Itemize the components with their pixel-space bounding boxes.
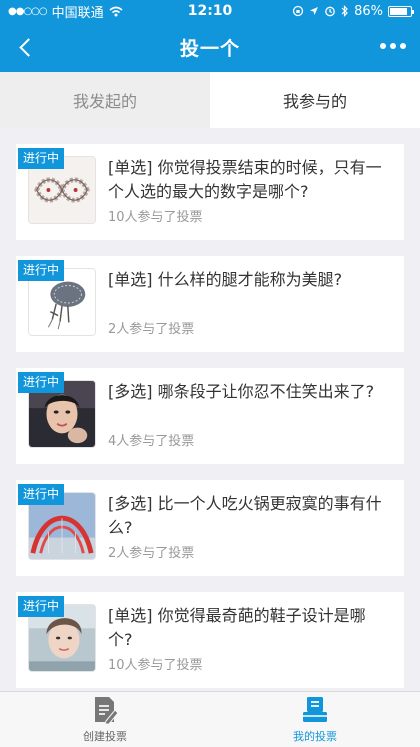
tabbar-create-poll[interactable]: 创建投票 bbox=[0, 692, 210, 747]
poll-title: [单选] 你觉得最奇葩的鞋子设计是哪个? bbox=[108, 606, 366, 649]
signal-icon: ●●○○○ bbox=[8, 5, 48, 17]
status-badge: 进行中 bbox=[18, 484, 65, 505]
poll-title: [单选] 你觉得投票结束的时候，只有一个人选的最大的数字是哪个? bbox=[108, 158, 382, 201]
tabbar-label: 我的投票 bbox=[293, 730, 337, 743]
chevron-left-icon bbox=[18, 37, 38, 57]
back-button[interactable] bbox=[10, 32, 40, 62]
status-badge: 进行中 bbox=[18, 260, 65, 281]
carrier-label: 中国联通 bbox=[51, 5, 104, 21]
battery-percent: 86% bbox=[354, 3, 383, 19]
more-button[interactable] bbox=[376, 35, 410, 57]
more-dots-icon bbox=[380, 43, 386, 49]
poll-card[interactable]: 进行中 [单选] 什么样的腿才能称为美腿? 2人参与了投票 bbox=[16, 256, 404, 352]
alarm-icon bbox=[325, 6, 335, 17]
my-polls-icon bbox=[303, 697, 327, 722]
poll-title: [多选] 哪条段子让你忍不住笑出来了? bbox=[108, 382, 375, 401]
poll-list: 进行中 [单选] 你觉得投票结束的时候，只有一个人选的最大的数字是哪个? 10人… bbox=[0, 128, 420, 688]
status-bar: ●●○○○ 中国联通 12:10 86% bbox=[0, 0, 420, 22]
tabbar-label: 创建投票 bbox=[83, 730, 127, 743]
tab-label: 我参与的 bbox=[282, 92, 347, 111]
tabbar-my-polls[interactable]: 我的投票 bbox=[210, 692, 420, 747]
location-icon bbox=[310, 7, 319, 15]
participant-count: 4人参与了投票 bbox=[108, 434, 195, 449]
status-badge: 进行中 bbox=[18, 148, 65, 169]
participant-count: 10人参与了投票 bbox=[108, 210, 203, 225]
create-poll-icon bbox=[95, 697, 118, 724]
bottom-tabbar: 创建投票 我的投票 bbox=[0, 691, 420, 747]
poll-card[interactable]: 进行中 [多选] 哪条段子让你忍不住笑出来了? 4人参与了投票 bbox=[16, 368, 404, 464]
nav-bar: 投一个 bbox=[0, 22, 420, 72]
header: ●●○○○ 中国联通 12:10 86% 投一个 bbox=[0, 0, 420, 72]
tab-label: 我发起的 bbox=[72, 92, 137, 111]
tab-participated[interactable]: 我参与的 bbox=[210, 72, 420, 128]
orientation-lock-icon bbox=[292, 5, 304, 17]
status-time: 12:10 bbox=[187, 3, 233, 19]
poll-card[interactable]: 进行中 [单选] 你觉得最奇葩的鞋子设计是哪个? 10人参与了投票 bbox=[16, 592, 404, 688]
poll-title: [多选] 比一个人吃火锅更寂寞的事有什么? bbox=[108, 494, 382, 537]
participant-count: 10人参与了投票 bbox=[108, 658, 203, 673]
status-badge: 进行中 bbox=[18, 372, 65, 393]
status-badge: 进行中 bbox=[18, 596, 65, 617]
bluetooth-icon bbox=[341, 5, 348, 17]
battery-icon bbox=[388, 5, 414, 17]
poll-card[interactable]: 进行中 [多选] 比一个人吃火锅更寂寞的事有什么? 2人参与了投票 bbox=[16, 480, 404, 576]
participant-count: 2人参与了投票 bbox=[108, 322, 195, 337]
tab-initiated[interactable]: 我发起的 bbox=[0, 72, 210, 128]
poll-title: [单选] 什么样的腿才能称为美腿? bbox=[108, 270, 343, 289]
poll-card[interactable]: 进行中 [单选] 你觉得投票结束的时候，只有一个人选的最大的数字是哪个? 10人… bbox=[16, 144, 404, 240]
page-title: 投一个 bbox=[179, 37, 240, 60]
segment-tabs: 我发起的 我参与的 bbox=[0, 72, 420, 128]
participant-count: 2人参与了投票 bbox=[108, 546, 195, 561]
wifi-icon bbox=[109, 6, 123, 16]
